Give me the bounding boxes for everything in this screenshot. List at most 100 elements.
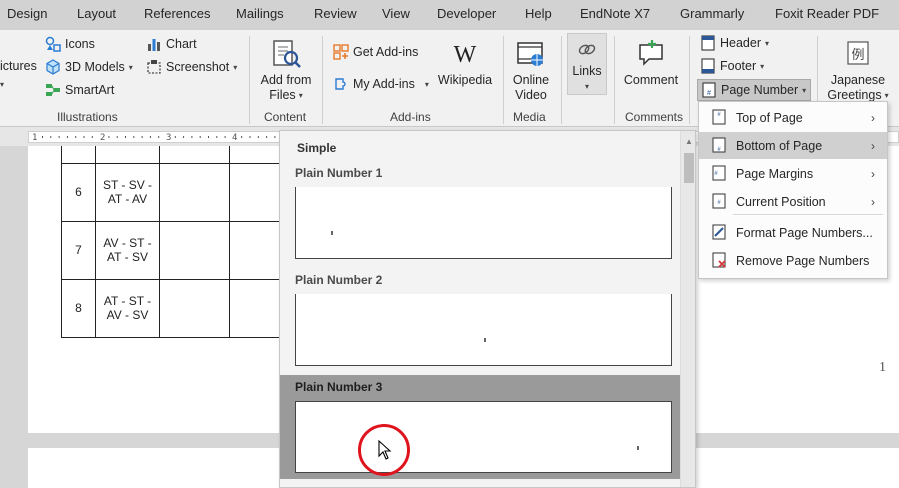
svg-text:2: 2 (100, 133, 105, 143)
scrollbar-thumb[interactable] (684, 153, 694, 183)
my-addins-button[interactable]: My Add-ins ▾ (333, 76, 429, 92)
tab-design[interactable]: Design (7, 6, 47, 21)
gallery-thumbnail (295, 294, 672, 366)
screenshot-button[interactable]: Screenshot ▾ (146, 59, 237, 75)
tab-grammarly[interactable]: Grammarly (680, 6, 744, 21)
gallery-section-heading: Simple (297, 141, 337, 155)
chevron-down-icon: ▾ (802, 85, 807, 95)
table-row: 6 ST - SV - AT - AV (61, 162, 279, 222)
tab-endnote[interactable]: EndNote X7 (580, 6, 650, 21)
japanese-greetings-icon: 例 (847, 41, 869, 65)
gallery-scrollbar[interactable]: ▲ (680, 131, 695, 487)
svg-text:3: 3 (166, 133, 171, 143)
group-separator (503, 36, 504, 124)
group-separator (322, 36, 323, 124)
chevron-down-icon: ▾ (760, 61, 765, 71)
wikipedia-button[interactable]: W Wikipedia (436, 38, 494, 88)
get-addins-button[interactable]: Get Add-ins (333, 44, 418, 60)
gallery-thumbnail (295, 187, 672, 259)
chevron-right-icon: › (871, 138, 875, 153)
table-cell-num: 6 (61, 162, 96, 222)
illustrations-group-label: Illustrations (57, 110, 118, 124)
store-icon (333, 44, 349, 60)
menu-item-format-page-numbers[interactable]: Format Page Numbers... (699, 219, 887, 246)
table-cell-seq: ST - SV - AT - AV (95, 162, 160, 222)
gallery-item-plain-number-2[interactable]: Plain Number 2 (280, 268, 680, 368)
smartart-icon (46, 84, 60, 96)
ruler-tick (266, 136, 268, 138)
tab-foxit[interactable]: Foxit Reader PDF (775, 6, 879, 21)
ruler-tick (66, 136, 68, 138)
page-number-label: Page Number (721, 83, 799, 97)
menu-item-bottom-of-page[interactable]: # Bottom of Page › (699, 132, 887, 159)
ruler-tick (274, 136, 276, 138)
table-row (61, 146, 279, 164)
gallery-item-plain-number-3[interactable]: Plain Number 3 (280, 375, 680, 479)
gallery-thumbnail (295, 401, 672, 473)
tab-view[interactable]: View (382, 6, 410, 21)
pictures-button[interactable]: ictures (0, 59, 37, 73)
menu-item-top-of-page[interactable]: # Top of Page › (699, 104, 887, 131)
menu-item-remove-page-numbers[interactable]: Remove Page Numbers (699, 247, 887, 274)
tab-mailings[interactable]: Mailings (236, 6, 284, 21)
ruler-tick (208, 136, 209, 138)
table-cell-seq-line: AV - ST - (103, 236, 152, 250)
scroll-up-icon[interactable]: ▲ (685, 137, 693, 146)
links-label: Links (572, 64, 602, 78)
gallery-item-plain-number-1[interactable]: Plain Number 1 (280, 161, 680, 261)
ruler-tick (224, 136, 226, 138)
ruler-tick (158, 136, 160, 138)
menu-item-label: Bottom of Page (736, 138, 823, 153)
ribbon-tabs: Design Layout References Mailings Review… (0, 0, 899, 30)
screenshot-icon (147, 60, 161, 74)
gallery-item-label: Plain Number 1 (295, 166, 383, 180)
table-cell-seq-line: AV - SV (106, 308, 149, 322)
3d-models-button[interactable]: 3D Models ▾ (45, 59, 133, 75)
menu-item-label: Page Margins (736, 166, 814, 181)
svg-text:#: # (707, 90, 711, 97)
add-from-files-button[interactable]: Add from Files ▾ (258, 38, 314, 103)
menu-item-label: Format Page Numbers... (736, 225, 873, 240)
link-icon (578, 44, 596, 55)
ruler-tick (58, 136, 60, 138)
menu-item-current-position[interactable]: # Current Position › (699, 188, 887, 215)
tab-references[interactable]: References (144, 6, 210, 21)
tab-review[interactable]: Review (314, 6, 357, 21)
online-video-icon (517, 42, 543, 66)
chart-button[interactable]: Chart (146, 36, 197, 52)
comment-button[interactable]: Comment (620, 38, 682, 88)
tab-help[interactable]: Help (525, 6, 552, 21)
ruler-tick (241, 136, 243, 138)
page-number-menu: # Top of Page › # Bottom of Page › # Pag… (698, 101, 888, 279)
online-video-button[interactable]: Online Video (508, 38, 554, 103)
chevron-right-icon: › (871, 194, 875, 209)
footer-button[interactable]: Footer ▾ (700, 58, 764, 74)
ruler-tick (199, 136, 201, 138)
tab-developer[interactable]: Developer (437, 6, 496, 21)
links-button[interactable]: Links ▾ (567, 33, 607, 95)
page-number-button[interactable]: # Page Number ▾ (697, 79, 812, 101)
chevron-down-icon: ▾ (424, 79, 429, 89)
chevron-down-icon: ▾ (128, 62, 133, 72)
online-video-label-1: Online (512, 73, 550, 87)
svg-text:W: W (454, 42, 477, 68)
tab-layout[interactable]: Layout (77, 6, 116, 21)
chevron-down-icon: ▾ (584, 82, 589, 91)
header-button[interactable]: Header ▾ (700, 35, 769, 51)
group-separator (689, 36, 690, 124)
ruler-tick (75, 136, 77, 138)
gallery-item-label: Plain Number 2 (295, 273, 383, 287)
ruler-tick (141, 136, 143, 138)
page-bottom-icon: # (712, 137, 726, 153)
japanese-greetings-button[interactable]: 例 Japanese Greetings ▾ (823, 38, 893, 103)
icons-button[interactable]: Icons (45, 36, 95, 52)
svg-text:例: 例 (851, 48, 864, 63)
chart-label: Chart (166, 37, 197, 51)
smartart-button[interactable]: SmartArt (45, 82, 114, 98)
ruler-tick (183, 136, 185, 138)
chevron-down-icon: ▾ (765, 38, 770, 48)
menu-item-page-margins[interactable]: # Page Margins › (699, 160, 887, 187)
screenshot-label: Screenshot (166, 60, 230, 74)
menu-item-label: Remove Page Numbers (736, 253, 870, 268)
media-group-label: Media (513, 110, 546, 124)
